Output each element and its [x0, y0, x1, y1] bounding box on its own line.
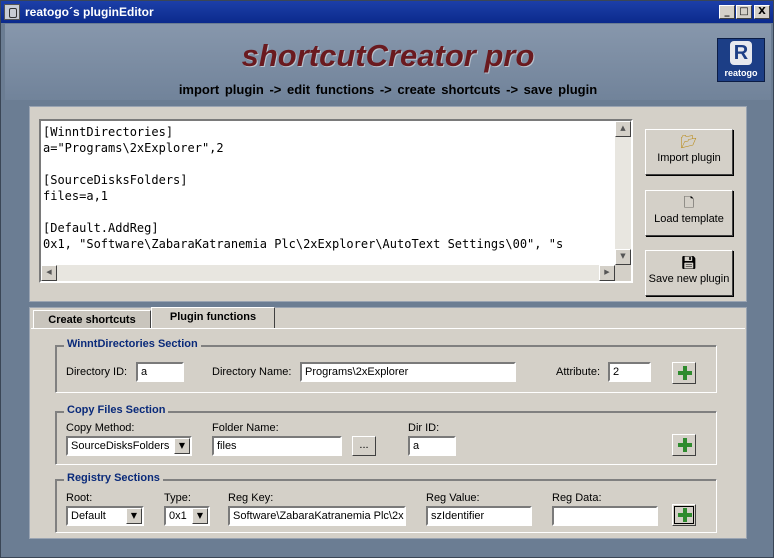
attribute-field[interactable]: 2 [608, 362, 651, 382]
chevron-down-icon[interactable]: ▼ [126, 508, 142, 524]
type-value: 0x1 [169, 510, 187, 522]
dir-id-label: Dir ID: [408, 422, 440, 434]
save-plugin-label: Save new plugin [648, 273, 730, 285]
window-title: reatogo´s pluginEditor [25, 5, 154, 19]
type-label: Type: [164, 492, 191, 504]
load-template-label: Load template [654, 213, 724, 225]
vertical-scrollbar[interactable]: ▲ ▼ [615, 121, 631, 265]
copy-method-label: Copy Method: [66, 422, 135, 434]
chevron-down-icon[interactable]: ▼ [174, 438, 190, 454]
add-directory-button[interactable] [672, 362, 696, 384]
chevron-down-icon[interactable]: ▼ [192, 508, 208, 524]
dir-id-field[interactable]: a [408, 436, 456, 456]
reg-key-label: Reg Key: [228, 492, 274, 504]
horizontal-scrollbar[interactable]: ◀ ▶ [41, 265, 615, 281]
folder-open-icon: 📂︎ [680, 135, 698, 150]
header-banner: shortcutCreator pro import plugin -> edi… [5, 24, 771, 100]
directory-id-label: Directory ID: [66, 366, 128, 378]
directory-id-field[interactable]: a [136, 362, 184, 382]
copy-files-section-title: Copy Files Section [64, 404, 169, 416]
close-button[interactable]: X [754, 5, 770, 19]
copy-method-value: SourceDisksFolders [71, 440, 170, 452]
app-icon[interactable] [4, 4, 20, 20]
plugin-text-editor[interactable]: [WinntDirectories] a="Programs\2xExplore… [39, 119, 633, 283]
reg-data-field[interactable] [552, 506, 658, 526]
scroll-left-icon[interactable]: ◀ [41, 265, 57, 281]
copy-method-select[interactable]: SourceDisksFolders ▼ [66, 436, 192, 456]
load-template-button[interactable]: 🗋 Load template [645, 190, 733, 236]
save-plugin-button[interactable]: 💾︎ Save new plugin [645, 250, 733, 296]
registry-sections-group: Registry Sections Root: Default ▼ Type: … [55, 472, 717, 533]
scroll-corner [615, 265, 631, 281]
winnt-directories-group: WinntDirectories Section Directory ID: a… [55, 338, 717, 393]
scroll-right-icon[interactable]: ▶ [599, 265, 615, 281]
maximize-button[interactable]: □ [736, 5, 752, 19]
logo-letter: R [730, 41, 752, 65]
minimize-button[interactable]: _ [719, 5, 735, 19]
registry-section-title: Registry Sections [64, 472, 163, 484]
reg-value-label: Reg Value: [426, 492, 480, 504]
scroll-down-icon[interactable]: ▼ [615, 249, 631, 265]
directory-name-field[interactable]: Programs\2xExplorer [300, 362, 516, 382]
title-bar[interactable]: reatogo´s pluginEditor _ □ X [1, 1, 773, 23]
reatogo-logo: R reatogo [717, 38, 765, 82]
floppy-disk-icon: 💾︎ [680, 256, 698, 271]
logo-text: reatogo [724, 68, 758, 78]
plugin-functions-page: WinntDirectories Section Directory ID: a… [31, 328, 745, 537]
brand-title: shortcutCreator pro [241, 38, 535, 73]
tab-plugin-functions[interactable]: Plugin functions [151, 307, 275, 329]
import-plugin-button[interactable]: 📂︎ Import plugin [645, 129, 733, 175]
winnt-section-title: WinntDirectories Section [64, 338, 201, 350]
add-copy-files-button[interactable] [672, 434, 696, 456]
directory-name-label: Directory Name: [212, 366, 292, 378]
workflow-steps: import plugin -> edit functions -> creat… [178, 82, 598, 97]
folder-name-label: Folder Name: [212, 422, 279, 434]
tab-create-shortcuts[interactable]: Create shortcuts [33, 310, 151, 330]
reg-key-field[interactable]: Software\ZabaraKatranemia Plc\2xE [228, 506, 406, 526]
reg-value-field[interactable]: szIdentifier [426, 506, 532, 526]
root-label: Root: [66, 492, 93, 504]
copy-files-group: Copy Files Section Copy Method: SourceDi… [55, 404, 717, 465]
folder-name-field[interactable]: files [212, 436, 342, 456]
scroll-up-icon[interactable]: ▲ [615, 121, 631, 137]
type-select[interactable]: 0x1 ▼ [164, 506, 210, 526]
attribute-label: Attribute: [556, 366, 601, 378]
document-icon: 🗋 [683, 196, 695, 211]
root-select[interactable]: Default ▼ [66, 506, 144, 526]
root-value: Default [71, 510, 106, 522]
reg-data-label: Reg Data: [552, 492, 602, 504]
import-plugin-label: Import plugin [657, 152, 721, 164]
add-registry-button[interactable] [672, 504, 696, 526]
editor-content[interactable]: [WinntDirectories] a="Programs\2xExplore… [43, 124, 563, 252]
browse-folder-button[interactable]: ... [352, 436, 376, 456]
app-window: reatogo´s pluginEditor _ □ X shortcutCre… [0, 0, 774, 558]
